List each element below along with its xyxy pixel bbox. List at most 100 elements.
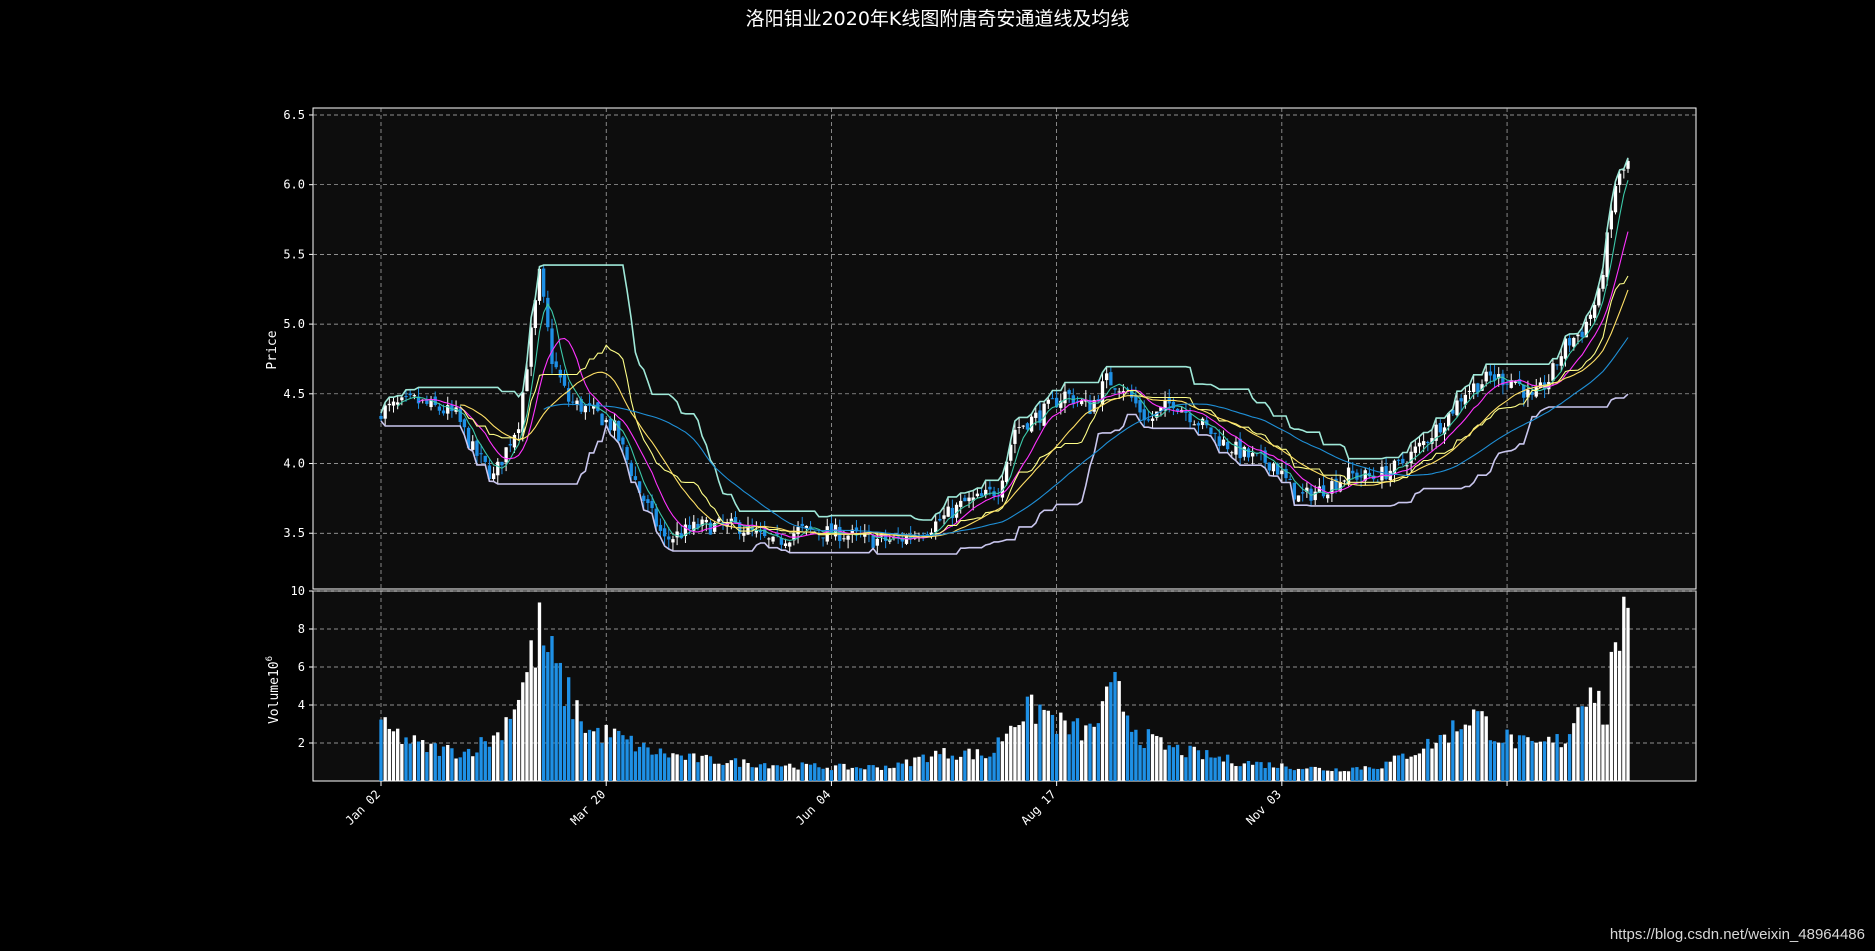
volume-bar bbox=[1434, 742, 1438, 781]
candle-body bbox=[783, 543, 788, 547]
candle-body bbox=[821, 537, 825, 539]
volume-bar bbox=[1117, 681, 1121, 781]
candle-body bbox=[1505, 383, 1509, 385]
volume-axis-label-base: 10 bbox=[267, 661, 282, 677]
volume-bar bbox=[1530, 740, 1534, 781]
volume-bar bbox=[437, 755, 442, 781]
candle-body bbox=[1567, 337, 1572, 346]
volume-bar bbox=[721, 764, 725, 781]
candle-body bbox=[508, 444, 512, 446]
x-tick-label: Aug 17 bbox=[1018, 787, 1059, 828]
volume-bar bbox=[900, 763, 904, 781]
volume-bar bbox=[1105, 686, 1109, 781]
volume-bar bbox=[441, 746, 446, 781]
volume-bar bbox=[1021, 721, 1025, 781]
candle-body bbox=[788, 542, 792, 547]
volume-bar bbox=[813, 763, 817, 781]
volume-bar bbox=[1592, 702, 1597, 781]
candle-body bbox=[959, 500, 963, 507]
candle-body bbox=[500, 461, 504, 466]
volume-bar bbox=[1409, 756, 1413, 781]
volume-bar bbox=[1234, 766, 1238, 781]
volume-bar bbox=[988, 756, 992, 781]
volume-bar bbox=[466, 748, 471, 781]
candle-body bbox=[1296, 495, 1301, 502]
volume-bar bbox=[1171, 747, 1176, 781]
candle-body bbox=[558, 369, 563, 378]
volume-bar bbox=[1326, 770, 1330, 781]
candle-body bbox=[942, 515, 946, 519]
volume-bar bbox=[1288, 768, 1292, 781]
volume-bar bbox=[629, 735, 633, 781]
candle-body bbox=[1117, 391, 1121, 393]
volume-bar bbox=[1451, 720, 1455, 781]
volume-bar bbox=[1588, 687, 1593, 781]
volume-bar bbox=[929, 756, 934, 781]
price-y-tick-label: 6.0 bbox=[283, 178, 305, 192]
volume-bar bbox=[508, 718, 512, 781]
candle-body bbox=[979, 493, 984, 497]
candle-body bbox=[554, 361, 558, 368]
volume-bar bbox=[763, 763, 767, 781]
volume-bar bbox=[1542, 741, 1547, 781]
volume-bar bbox=[800, 762, 804, 781]
x-tick-label: Jun 04 bbox=[793, 787, 834, 828]
volume-bar bbox=[521, 682, 525, 781]
candle-body bbox=[1601, 274, 1605, 289]
candle-body bbox=[1234, 441, 1238, 455]
volume-bar bbox=[1505, 729, 1509, 781]
volume-bar bbox=[387, 728, 392, 781]
volume-bar bbox=[416, 741, 421, 781]
volume-bar bbox=[391, 731, 396, 781]
volume-bar bbox=[808, 764, 813, 781]
candle-body bbox=[396, 402, 400, 405]
volume-bar bbox=[1280, 763, 1284, 781]
volume-bar bbox=[400, 743, 404, 781]
volume-bar bbox=[925, 762, 930, 781]
volume-bar bbox=[1501, 742, 1505, 781]
volume-bar bbox=[896, 762, 900, 781]
volume-bar bbox=[1180, 755, 1184, 781]
volume-bar bbox=[458, 757, 462, 781]
candle-body bbox=[475, 440, 479, 456]
candle-body bbox=[742, 532, 746, 536]
candle-body bbox=[400, 397, 404, 401]
volume-bar bbox=[612, 728, 617, 781]
volume-bar bbox=[1484, 716, 1488, 781]
candle-body bbox=[1109, 372, 1113, 386]
volume-bar bbox=[646, 747, 650, 781]
volume-bar bbox=[671, 753, 675, 781]
volume-bar bbox=[1217, 756, 1221, 781]
candle-body bbox=[1472, 383, 1476, 392]
volume-bar bbox=[654, 754, 658, 781]
volume-bar bbox=[483, 741, 487, 781]
volume-y-tick-label: 6 bbox=[298, 660, 305, 674]
candle-body bbox=[617, 420, 621, 441]
volume-bar bbox=[717, 763, 721, 781]
candle-body bbox=[1580, 331, 1584, 338]
volume-bar bbox=[1000, 741, 1005, 781]
volume-bar bbox=[1200, 759, 1205, 781]
candle-body bbox=[1576, 334, 1580, 337]
candle-body bbox=[934, 521, 938, 533]
candle-body bbox=[1113, 388, 1117, 390]
volume-bar bbox=[1330, 771, 1334, 781]
volume-bar bbox=[675, 754, 679, 781]
volume-bar bbox=[1271, 767, 1276, 781]
x-tick-label: Nov 03 bbox=[1243, 787, 1284, 828]
volume-bar bbox=[1392, 755, 1397, 781]
candle-body bbox=[842, 538, 846, 540]
volume-bar bbox=[404, 737, 408, 781]
volume-bar bbox=[1084, 725, 1088, 781]
volume-bar bbox=[696, 762, 700, 781]
volume-bar bbox=[1038, 704, 1042, 781]
volume-bar bbox=[975, 749, 980, 781]
candle-body bbox=[496, 461, 500, 476]
volume-bar bbox=[1396, 755, 1401, 781]
volume-bar bbox=[963, 750, 967, 781]
volume-bar bbox=[1150, 734, 1155, 781]
volume-bar bbox=[1488, 740, 1493, 781]
volume-bar bbox=[838, 763, 842, 781]
volume-bar bbox=[1121, 711, 1126, 781]
volume-bar bbox=[758, 764, 763, 781]
